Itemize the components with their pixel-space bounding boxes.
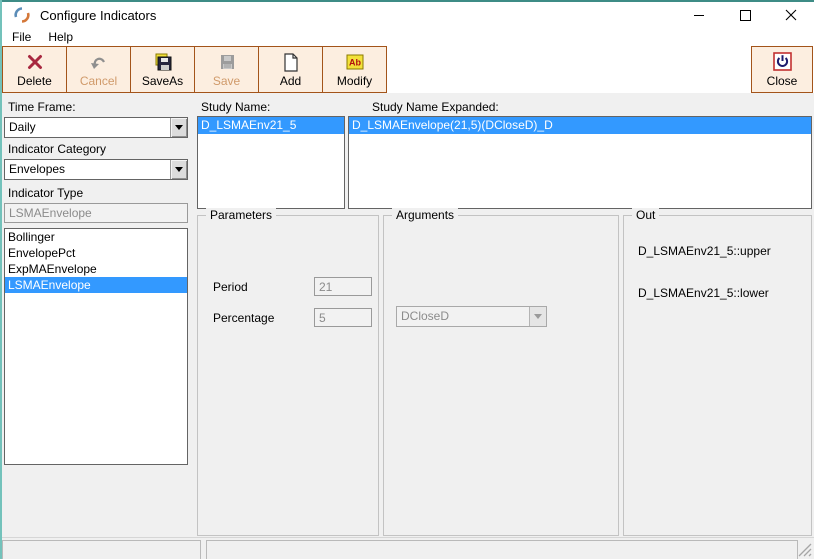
configure-indicators-window: Configure Indicators File Help Delete bbox=[0, 0, 814, 559]
study-name-expanded-item-selected[interactable]: D_LSMAEnvelope(21,5)(DCloseD)_D bbox=[349, 117, 811, 134]
minimize-button[interactable] bbox=[676, 2, 722, 28]
close-button[interactable]: Close bbox=[751, 46, 813, 93]
cancel-button-label: Cancel bbox=[80, 75, 117, 87]
resize-grip[interactable] bbox=[798, 543, 812, 557]
save-as-button[interactable]: SaveAs bbox=[130, 46, 195, 93]
indicator-list[interactable]: Bollinger EnvelopePct ExpMAEnvelope LSMA… bbox=[4, 228, 188, 465]
cancel-button[interactable]: Cancel bbox=[66, 46, 131, 93]
delete-button-label: Delete bbox=[17, 75, 52, 87]
modify-ab-icon: Ab bbox=[346, 52, 364, 72]
save-as-icon bbox=[154, 52, 172, 72]
modify-button[interactable]: Ab Modify bbox=[322, 46, 387, 93]
app-swirl-icon bbox=[12, 5, 32, 25]
study-name-expanded-list[interactable]: D_LSMAEnvelope(21,5)(DCloseD)_D bbox=[348, 116, 812, 209]
undo-arrow-icon bbox=[89, 52, 109, 72]
period-input: 21 bbox=[314, 277, 372, 296]
add-button[interactable]: Add bbox=[258, 46, 323, 93]
add-button-label: Add bbox=[280, 75, 301, 87]
time-frame-dropdown-button[interactable] bbox=[170, 118, 187, 137]
indicator-category-dropdown-button[interactable] bbox=[170, 160, 187, 179]
toolbar-button-group: Delete Cancel bbox=[2, 46, 387, 93]
list-item[interactable]: ExpMAEnvelope bbox=[5, 261, 187, 277]
indicator-category-label: Indicator Category bbox=[8, 142, 106, 156]
arguments-value: DCloseD bbox=[397, 307, 529, 326]
percentage-label: Percentage bbox=[213, 311, 274, 325]
arguments-dropdown-button bbox=[529, 307, 546, 326]
new-document-icon bbox=[283, 52, 299, 72]
close-button-label: Close bbox=[767, 74, 798, 88]
indicator-category-select[interactable]: Envelopes bbox=[4, 159, 188, 180]
menu-bar: File Help bbox=[2, 28, 814, 46]
time-frame-label: Time Frame: bbox=[8, 100, 76, 114]
menu-item-help[interactable]: Help bbox=[41, 30, 80, 44]
study-name-label: Study Name: bbox=[201, 100, 270, 114]
out-group: Out D_LSMAEnv21_5::upper D_LSMAEnv21_5::… bbox=[623, 215, 812, 536]
toolbar: Delete Cancel bbox=[2, 46, 814, 93]
study-name-list[interactable]: D_LSMAEnv21_5 bbox=[197, 116, 345, 209]
svg-text:Ab: Ab bbox=[349, 58, 361, 68]
delete-x-icon bbox=[26, 52, 44, 72]
arguments-legend: Arguments bbox=[392, 208, 458, 222]
period-label: Period bbox=[213, 280, 248, 294]
chevron-down-icon bbox=[175, 125, 183, 130]
study-name-expanded-label: Study Name Expanded: bbox=[372, 100, 499, 114]
arguments-select: DCloseD bbox=[396, 306, 547, 327]
status-panel-right bbox=[206, 540, 798, 559]
power-icon bbox=[773, 51, 792, 71]
parameters-legend: Parameters bbox=[206, 208, 276, 222]
delete-button[interactable]: Delete bbox=[2, 46, 67, 93]
modify-button-label: Modify bbox=[337, 75, 372, 87]
list-item[interactable]: Bollinger bbox=[5, 229, 187, 245]
save-button[interactable]: Save bbox=[194, 46, 259, 93]
indicator-type-input: LSMAEnvelope bbox=[4, 203, 188, 223]
indicator-type-label: Indicator Type bbox=[8, 186, 83, 200]
window-top-border bbox=[0, 0, 814, 2]
menu-item-file[interactable]: File bbox=[5, 30, 38, 44]
time-frame-select[interactable]: Daily bbox=[4, 117, 188, 138]
save-button-label: Save bbox=[213, 75, 240, 87]
out-item-upper: D_LSMAEnv21_5::upper bbox=[638, 244, 771, 258]
window-close-button[interactable] bbox=[768, 2, 814, 28]
parameters-group: Parameters Period 21 Percentage 5 bbox=[197, 215, 379, 536]
study-name-item-selected[interactable]: D_LSMAEnv21_5 bbox=[198, 117, 344, 134]
status-bar bbox=[2, 537, 814, 559]
chevron-down-icon bbox=[175, 167, 183, 172]
arguments-group: Arguments DCloseD bbox=[383, 215, 619, 536]
out-item-lower: D_LSMAEnv21_5::lower bbox=[638, 286, 769, 300]
list-item-selected[interactable]: LSMAEnvelope bbox=[5, 277, 187, 293]
maximize-icon bbox=[740, 10, 751, 21]
indicator-category-value: Envelopes bbox=[5, 160, 170, 179]
time-frame-value: Daily bbox=[5, 118, 170, 137]
percentage-input: 5 bbox=[314, 308, 372, 327]
save-icon bbox=[218, 52, 236, 72]
minimize-icon bbox=[694, 10, 705, 21]
save-as-button-label: SaveAs bbox=[142, 75, 183, 87]
list-item[interactable]: EnvelopePct bbox=[5, 245, 187, 261]
title-bar: Configure Indicators bbox=[2, 2, 814, 28]
out-legend: Out bbox=[632, 208, 659, 222]
window-left-border bbox=[0, 0, 2, 559]
chevron-down-icon bbox=[534, 314, 542, 319]
maximize-button[interactable] bbox=[722, 2, 768, 28]
window-close-icon bbox=[785, 9, 797, 21]
status-panel-left bbox=[2, 540, 201, 559]
window-title: Configure Indicators bbox=[40, 8, 156, 23]
